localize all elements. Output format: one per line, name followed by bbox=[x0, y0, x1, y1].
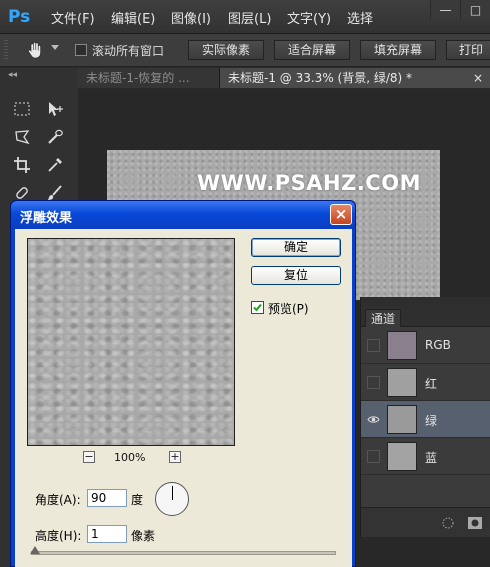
hand-tool-icon[interactable] bbox=[24, 39, 46, 61]
zoom-in-button[interactable]: + bbox=[169, 451, 181, 463]
options-bar-grip[interactable] bbox=[4, 40, 8, 61]
channel-row-blue[interactable]: 蓝 bbox=[361, 438, 490, 475]
emboss-dialog: 浮雕效果 × − 100% + 确定 复位 预览(P) 角度(A): 90 度 … bbox=[10, 200, 356, 567]
height-input[interactable]: 1 bbox=[87, 525, 127, 543]
filter-preview[interactable] bbox=[27, 238, 235, 446]
channel-name: 蓝 bbox=[425, 451, 438, 465]
angle-input[interactable]: 90 bbox=[87, 489, 127, 507]
tab-active-document[interactable]: 未标题-1 @ 33.3% (背景, 绿/8) * × bbox=[220, 68, 490, 88]
menu-bar: Ps 文件(F) 编辑(E) 图像(I) 图层(L) 文字(Y) 选择 — □ bbox=[0, 0, 490, 34]
height-unit: 像素 bbox=[131, 529, 156, 543]
minimize-button[interactable]: — bbox=[430, 0, 460, 19]
photoshop-logo: Ps bbox=[8, 7, 31, 27]
dialog-title: 浮雕效果 bbox=[20, 211, 73, 226]
panel-top-strip bbox=[361, 297, 490, 307]
visibility-toggle[interactable] bbox=[367, 376, 380, 389]
height-label: 高度(H): bbox=[35, 529, 82, 543]
menu-file[interactable]: 文件(F) bbox=[51, 8, 95, 27]
load-selection-icon[interactable] bbox=[441, 516, 455, 530]
height-slider-thumb[interactable] bbox=[30, 546, 40, 554]
channel-row-green[interactable]: 绿 bbox=[361, 401, 490, 438]
visibility-toggle[interactable] bbox=[367, 339, 380, 352]
channel-name: 绿 bbox=[425, 414, 438, 428]
maximize-button[interactable]: □ bbox=[460, 0, 490, 19]
channels-panel-footer bbox=[361, 507, 490, 537]
angle-unit: 度 bbox=[131, 493, 144, 507]
collapse-panel-icon[interactable]: ◂◂ bbox=[8, 70, 17, 80]
marquee-tool-icon[interactable] bbox=[9, 96, 35, 122]
channel-row-red[interactable]: 红 bbox=[361, 364, 490, 401]
menu-type[interactable]: 文字(Y) bbox=[287, 8, 331, 27]
height-slider[interactable] bbox=[31, 551, 336, 555]
channel-name: 红 bbox=[425, 377, 438, 391]
menu-edit[interactable]: 编辑(E) bbox=[111, 8, 155, 27]
channel-thumbnail bbox=[387, 442, 417, 471]
tab-active-label: 未标题-1 @ 33.3% (背景, 绿/8) * bbox=[228, 71, 413, 85]
dialog-body: − 100% + 确定 复位 预览(P) 角度(A): 90 度 高度(H): … bbox=[15, 229, 352, 567]
preview-label: 预览(P) bbox=[268, 302, 309, 316]
print-size-button[interactable]: 打印 bbox=[446, 40, 490, 60]
watermark-text: WWW.PSAHZ.COM bbox=[197, 171, 421, 195]
dialog-title-bar[interactable]: 浮雕效果 × bbox=[11, 201, 355, 229]
move-tool-icon[interactable] bbox=[42, 96, 68, 122]
visibility-toggle[interactable] bbox=[367, 450, 380, 463]
tab-channels[interactable]: 通道 bbox=[365, 309, 402, 327]
channels-panel-header: 通道 bbox=[361, 307, 490, 327]
quick-selection-tool-icon[interactable] bbox=[42, 124, 68, 150]
eyedropper-tool-icon[interactable] bbox=[42, 152, 68, 178]
reset-button[interactable]: 复位 bbox=[251, 266, 341, 285]
zoom-out-button[interactable]: − bbox=[83, 451, 95, 463]
preview-texture bbox=[28, 239, 234, 445]
dial-needle bbox=[172, 486, 173, 500]
tab-recovered-document[interactable]: 未标题-1-恢复的 ... bbox=[78, 68, 220, 88]
fit-screen-button[interactable]: 适合屏幕 bbox=[274, 40, 350, 60]
preview-checkbox[interactable] bbox=[251, 301, 264, 314]
channel-thumbnail bbox=[387, 368, 417, 397]
fill-screen-button[interactable]: 填充屏幕 bbox=[360, 40, 436, 60]
menu-select[interactable]: 选择 bbox=[347, 8, 373, 27]
angle-dial[interactable] bbox=[155, 482, 189, 516]
close-tab-icon[interactable]: × bbox=[473, 68, 483, 88]
channel-thumbnail bbox=[387, 331, 417, 360]
window-controls: — □ bbox=[430, 0, 490, 20]
menu-layer[interactable]: 图层(L) bbox=[228, 8, 271, 27]
actual-pixels-button[interactable]: 实际像素 bbox=[188, 40, 264, 60]
crop-tool-icon[interactable] bbox=[9, 152, 35, 178]
channel-name: RGB bbox=[425, 338, 451, 352]
eye-icon[interactable] bbox=[367, 413, 380, 426]
ok-button[interactable]: 确定 bbox=[251, 238, 341, 257]
document-tabs: 未标题-1-恢复的 ... 未标题-1 @ 33.3% (背景, 绿/8) * … bbox=[78, 68, 490, 88]
save-selection-icon[interactable] bbox=[467, 516, 483, 530]
menu-image[interactable]: 图像(I) bbox=[171, 8, 211, 27]
channel-thumbnail bbox=[387, 405, 417, 434]
close-icon[interactable]: × bbox=[330, 204, 352, 225]
tool-preset-caret-icon[interactable] bbox=[51, 45, 59, 50]
lasso-tool-icon[interactable] bbox=[9, 124, 35, 150]
zoom-level: 100% bbox=[114, 451, 146, 464]
channel-row-rgb[interactable]: RGB bbox=[361, 327, 490, 364]
check-icon bbox=[253, 303, 262, 312]
scroll-all-windows-checkbox[interactable] bbox=[75, 44, 87, 56]
channels-panel: 通道 RGB 红 绿 蓝 bbox=[360, 297, 490, 537]
scroll-all-windows-label: 滚动所有窗口 bbox=[92, 44, 165, 58]
angle-label: 角度(A): bbox=[35, 493, 81, 507]
